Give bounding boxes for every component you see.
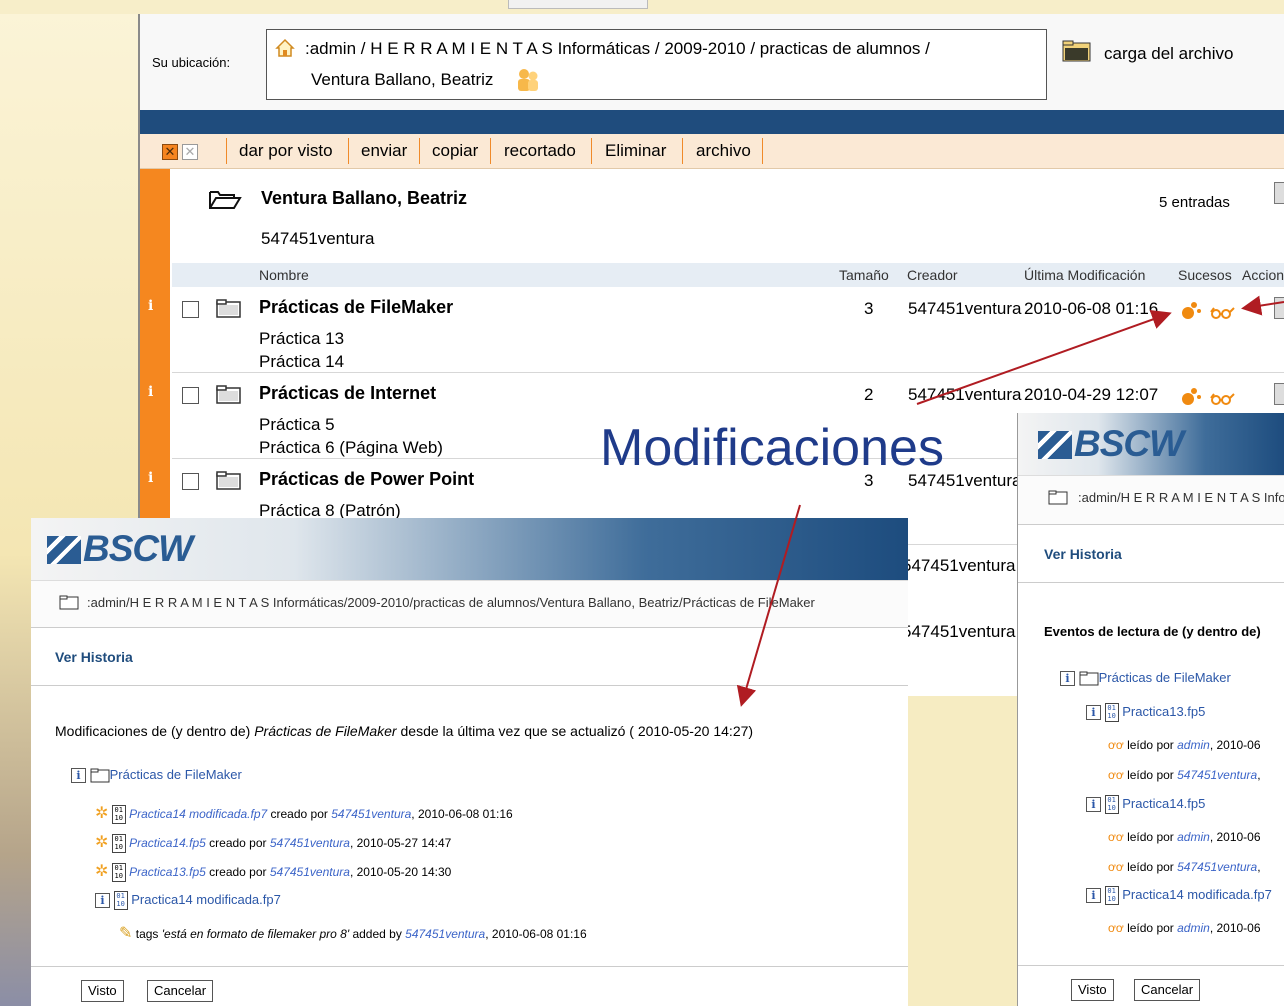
annotation-arrows (736, 295, 1284, 707)
